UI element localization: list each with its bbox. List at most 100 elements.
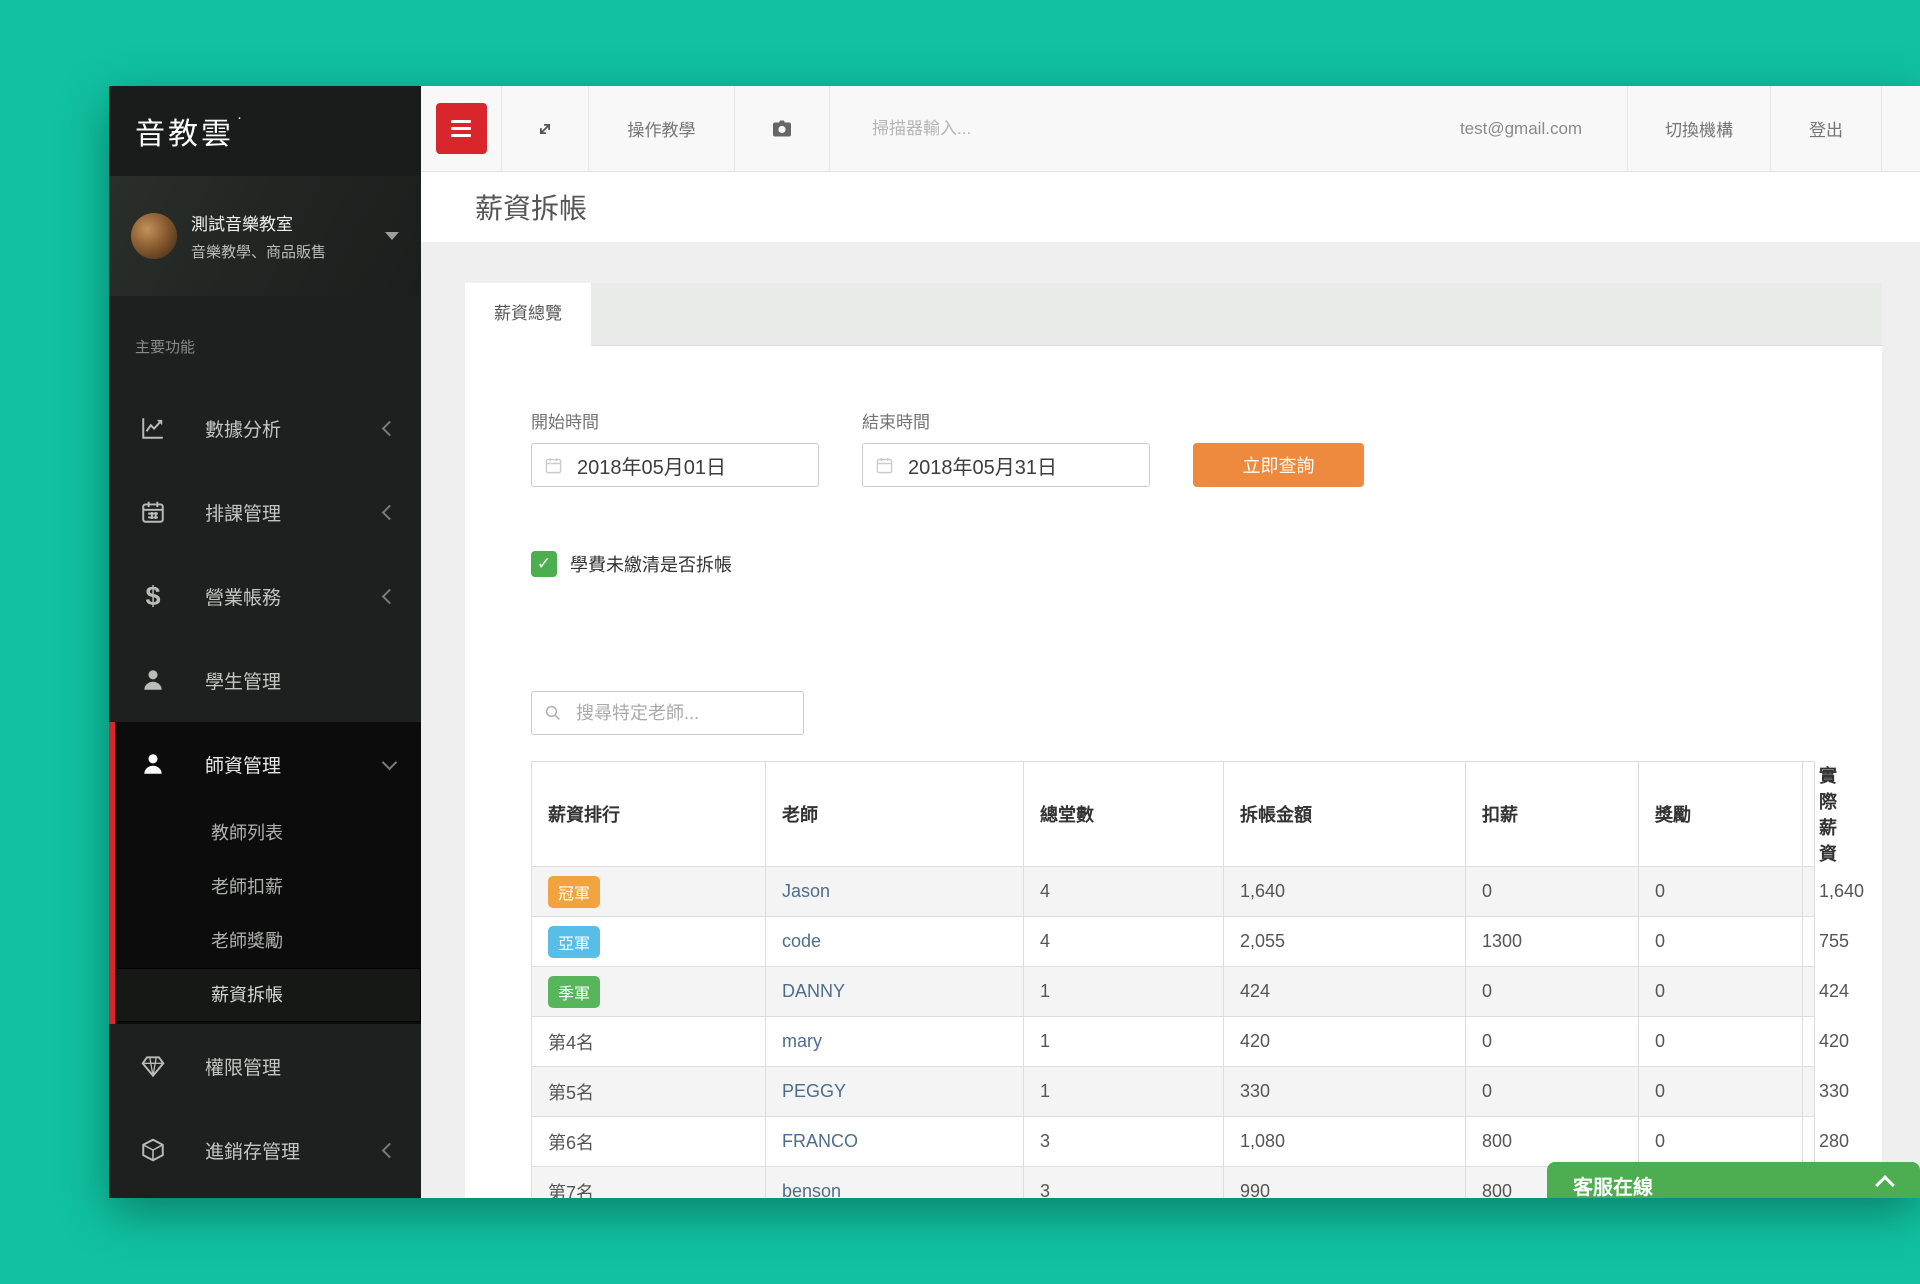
teacher-search-input[interactable]: [574, 702, 791, 725]
sidebar-section-label: 主要功能: [109, 336, 421, 357]
submenu-item-teacher-deduction[interactable]: 老師扣薪: [115, 860, 421, 914]
value-cell: 330: [1224, 1067, 1466, 1117]
user-icon: [140, 667, 166, 693]
scanner-input-cell: [830, 86, 1415, 171]
user-email: test@gmail.com: [1415, 86, 1628, 171]
sidebar-item-teacher-management[interactable]: 師資管理: [115, 722, 421, 806]
value-cell: 420: [1224, 1017, 1466, 1067]
sidebar-item-permission-management[interactable]: 權限管理: [109, 1024, 421, 1108]
switch-org-label: 切換機構: [1665, 116, 1733, 141]
start-time-label: 開始時間: [531, 408, 819, 433]
table-row: 冠軍 Jason 41,640001,640: [532, 867, 1815, 917]
switch-org-button[interactable]: 切換機構: [1628, 86, 1771, 171]
rank-badge: 季軍: [548, 976, 600, 1008]
sidebar-item-label: 權限管理: [205, 1053, 281, 1080]
teacher-cell: Jason: [766, 867, 1024, 917]
gem-icon: [140, 1053, 166, 1079]
support-online-bar[interactable]: 客服在線: [1547, 1162, 1920, 1198]
chart-line-icon: [140, 415, 166, 441]
value-cell: 0: [1639, 867, 1803, 917]
rank-cell: 冠軍: [532, 867, 766, 917]
sidebar-item-business-accounting[interactable]: $ 營業帳務: [109, 554, 421, 638]
rank-badge: 亞軍: [548, 926, 600, 958]
filter-row: 開始時間 2018年05月01日 結束時間: [531, 408, 1816, 487]
tab-bar: 薪資總覽: [465, 283, 1882, 346]
end-time-field: 結束時間 2018年05月31日: [862, 408, 1150, 487]
top-navbar: 操作教學 test@gmail.com 切換機構 登出: [421, 86, 1920, 172]
rank-cell: 亞軍: [532, 917, 766, 967]
end-date-value: 2018年05月31日: [908, 451, 1057, 480]
split-unpaid-label: 學費未繳清是否拆帳: [570, 551, 732, 577]
sidebar-toggle-button[interactable]: [436, 103, 487, 154]
tutorial-button[interactable]: 操作教學: [589, 86, 735, 171]
split-unpaid-checkbox[interactable]: ✓: [531, 551, 557, 577]
hamburger-icon: [451, 120, 471, 123]
expand-icon: [534, 118, 556, 140]
value-cell: 1,080: [1224, 1117, 1466, 1167]
chevron-left-icon: [382, 504, 398, 520]
value-cell: 3: [1024, 1167, 1224, 1199]
camera-button[interactable]: [735, 86, 830, 171]
teacher-link[interactable]: PEGGY: [782, 1081, 846, 1101]
value-cell: 1300: [1466, 917, 1639, 967]
dollar-icon: $: [140, 583, 166, 609]
teacher-cell: PEGGY: [766, 1067, 1024, 1117]
table-row: 亞軍 code 42,05513000755: [532, 917, 1815, 967]
submenu-item-teacher-bonus[interactable]: 老師獎勵: [115, 914, 421, 968]
rank-cell: 第7名: [532, 1167, 766, 1199]
sidebar-item-label: 學生管理: [205, 667, 281, 694]
value-cell: 0: [1639, 1117, 1803, 1167]
value-cell: 4: [1024, 917, 1224, 967]
sidebar-item-label: 營業帳務: [205, 583, 281, 610]
logout-button[interactable]: 登出: [1771, 86, 1882, 171]
salary-table-body: 冠軍 Jason 41,640001,640 亞軍 code 42,055130…: [532, 867, 1815, 1199]
table-row: 季軍 DANNY 142400424: [532, 967, 1815, 1017]
rank-cell: 季軍: [532, 967, 766, 1017]
camera-icon: [770, 117, 794, 141]
value-cell: 424: [1224, 967, 1466, 1017]
value-cell: 0: [1466, 1017, 1639, 1067]
value-cell: 1: [1024, 1017, 1224, 1067]
org-name: 測試音樂教室: [191, 210, 326, 235]
value-cell: 0: [1639, 1067, 1803, 1117]
end-date-input[interactable]: 2018年05月31日: [862, 443, 1150, 487]
sidebar-item-label: 師資管理: [205, 751, 281, 778]
teacher-link[interactable]: mary: [782, 1031, 822, 1051]
value-cell: 2,055: [1224, 917, 1466, 967]
teacher-link[interactable]: Jason: [782, 881, 830, 901]
org-subtitle: 音樂教學、商品販售: [191, 241, 326, 262]
teacher-cell: benson: [766, 1167, 1024, 1199]
teacher-link[interactable]: benson: [782, 1181, 841, 1198]
start-date-value: 2018年05月01日: [577, 451, 726, 480]
header-cell: 扣薪: [1466, 762, 1639, 867]
app-logo: 音教雲 ·: [109, 86, 421, 176]
avatar: [131, 213, 177, 259]
teacher-link[interactable]: code: [782, 931, 821, 951]
scanner-input[interactable]: [870, 118, 1415, 140]
header-cell: 實際薪資: [1803, 762, 1815, 867]
query-button[interactable]: 立即查詢: [1193, 443, 1364, 487]
app-logo-text: 音教雲: [135, 109, 234, 153]
teacher-link[interactable]: FRANCO: [782, 1131, 858, 1151]
sidebar-item-scheduling[interactable]: 排課管理: [109, 470, 421, 554]
value-cell: 990: [1224, 1167, 1466, 1199]
sidebar-item-data-analysis[interactable]: 數據分析: [109, 386, 421, 470]
header-cell: 獎勵: [1639, 762, 1803, 867]
app-window: 音教雲 · 測試音樂教室 音樂教學、商品販售 主要功能 數據分析: [109, 86, 1920, 1198]
fullscreen-button[interactable]: [502, 86, 589, 171]
teacher-cell: FRANCO: [766, 1117, 1024, 1167]
panel-body: 開始時間 2018年05月01日 結束時間: [465, 346, 1882, 1198]
start-date-input[interactable]: 2018年05月01日: [531, 443, 819, 487]
org-selector[interactable]: 測試音樂教室 音樂教學、商品販售: [109, 176, 421, 296]
split-unpaid-row: ✓ 學費未繳清是否拆帳: [531, 551, 1816, 577]
sidebar-item-inventory-management[interactable]: 進銷存管理: [109, 1108, 421, 1192]
value-cell: 0: [1639, 917, 1803, 967]
sidebar-item-student-management[interactable]: 學生管理: [109, 638, 421, 722]
submenu-item-teacher-list[interactable]: 教師列表: [115, 806, 421, 860]
teacher-link[interactable]: DANNY: [782, 981, 845, 1001]
submenu-item-salary-split[interactable]: 薪資拆帳: [115, 968, 421, 1022]
tab-salary-overview[interactable]: 薪資總覽: [465, 283, 591, 346]
value-cell: 3: [1024, 1117, 1224, 1167]
calendar-icon: [544, 456, 563, 475]
page-header: 薪資拆帳: [421, 172, 1920, 242]
